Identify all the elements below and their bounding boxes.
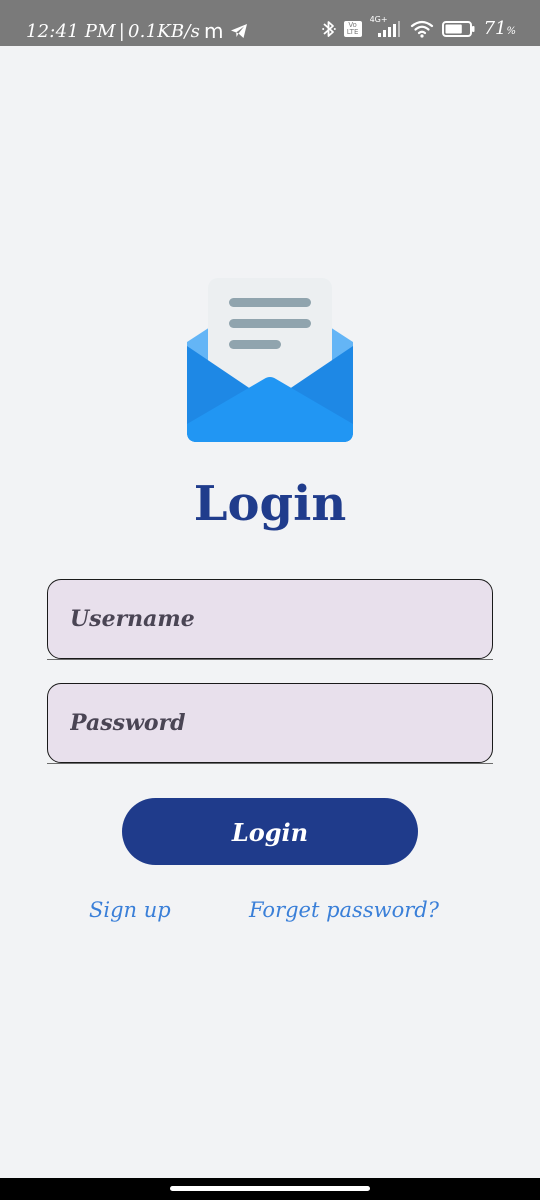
bluetooth-icon [321, 20, 336, 37]
battery-icon [441, 20, 475, 37]
page-title: Login [193, 476, 347, 532]
signal-icon [377, 20, 400, 37]
password-input[interactable] [48, 684, 492, 762]
status-left: 12:41 PM | 0.1KB/s m [26, 19, 248, 43]
wifi-icon [410, 20, 433, 38]
battery-fill [445, 24, 462, 33]
status-right: Vo LTE 4G+ 71% [321, 15, 516, 39]
username-field[interactable] [47, 579, 493, 660]
volte-icon: Vo LTE [343, 20, 362, 37]
telegram-icon [230, 24, 247, 38]
signup-link[interactable]: Sign up [89, 898, 171, 922]
navigation-bar [0, 1178, 540, 1200]
battery-percent-unit: % [506, 26, 516, 37]
m-icon: m [204, 19, 224, 43]
status-bar: 12:41 PM | 0.1KB/s m Vo LTE 4G+ 71% [0, 0, 540, 46]
battery-percent: 71% [484, 18, 516, 39]
email-icon [187, 278, 353, 442]
battery-percent-value: 71 [483, 18, 507, 39]
signal-group: 4G+ [370, 15, 402, 39]
status-separator: | [118, 20, 126, 42]
status-time: 12:41 PM [26, 20, 116, 42]
forgot-password-link[interactable]: Forget password? [249, 898, 439, 922]
home-indicator[interactable] [170, 1186, 370, 1191]
username-input[interactable] [48, 580, 492, 658]
password-field[interactable] [47, 683, 493, 764]
login-button[interactable]: Login [122, 798, 418, 865]
status-data-speed: 0.1KB/s [128, 20, 201, 42]
